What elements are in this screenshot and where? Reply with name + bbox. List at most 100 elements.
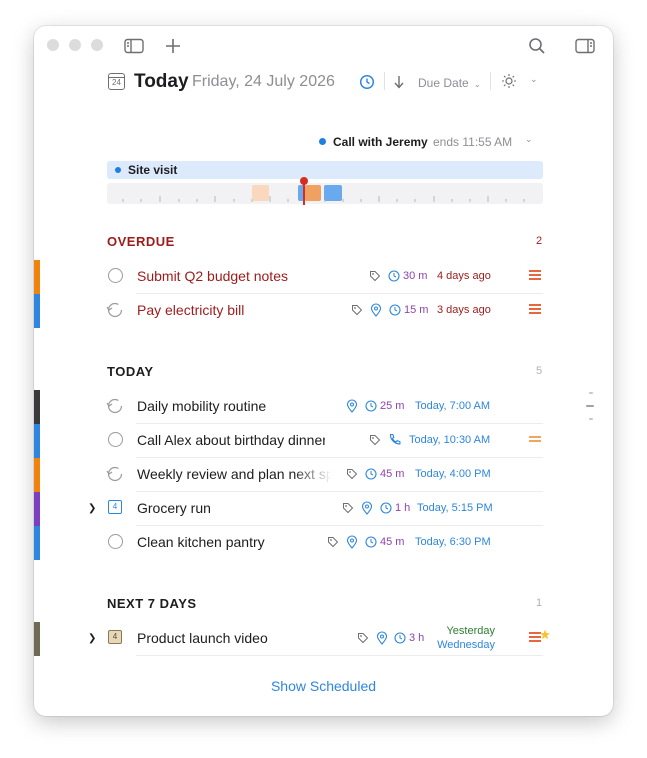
task-duration: 3 h: [409, 632, 425, 644]
task-due: Today, 5:15 PM: [417, 502, 493, 514]
current-event-title[interactable]: Call with Jeremy: [333, 135, 428, 149]
chevron-down-icon[interactable]: ⌄: [525, 134, 533, 145]
timeline-block[interactable]: [305, 185, 321, 201]
current-event-ends: ends 11:55 AM: [433, 135, 513, 149]
add-task-icon[interactable]: [165, 38, 181, 54]
section-title-next7: NEXT 7 DAYS: [107, 596, 197, 611]
chevron-down-icon[interactable]: ⌄: [530, 74, 538, 85]
task-duration: 1 h: [395, 502, 411, 514]
task-checkbox[interactable]: [108, 432, 123, 447]
current-time-dot: [300, 177, 308, 185]
list-color-bar: [34, 390, 40, 424]
repeat-task-checkbox[interactable]: [106, 397, 123, 414]
task-row[interactable]: Submit Q2 budget notes 30 m 4 days ago: [104, 259, 554, 293]
task-start-date: Yesterday: [446, 625, 495, 637]
task-title: Submit Q2 budget notes: [137, 268, 288, 284]
chevron-down-icon: ⌄: [474, 80, 481, 89]
section-title-overdue: OVERDUE: [107, 234, 175, 249]
priority-high-icon: [529, 304, 541, 316]
task-due: Wednesday: [437, 639, 495, 651]
task-duration: 25 m: [380, 400, 405, 412]
scroll-indicator[interactable]: [586, 405, 594, 407]
display-options-sun-icon[interactable]: [501, 73, 517, 89]
phone-call-icon: [389, 433, 401, 445]
duration-clock-icon: [394, 632, 406, 644]
sidebar-toggle-icon[interactable]: [124, 38, 144, 54]
task-due: Today, 4:00 PM: [415, 468, 491, 480]
duration-clock-icon: [365, 400, 377, 412]
section-count-today: 5: [536, 365, 543, 377]
task-checkbox[interactable]: [108, 268, 123, 283]
expand-chevron-icon[interactable]: ❯: [88, 633, 96, 644]
duration-clock-icon: [365, 536, 377, 548]
zoom-window-button[interactable]: [91, 39, 103, 51]
calendar-day-icon: 24: [108, 73, 125, 90]
task-due: Today, 7:00 AM: [415, 400, 491, 412]
repeat-task-checkbox[interactable]: [106, 465, 123, 482]
duration-clock-icon: [380, 502, 392, 514]
page-title: Today: [134, 71, 189, 92]
task-duration: 15 m: [404, 304, 429, 316]
scroll-indicator[interactable]: [589, 392, 593, 394]
task-row[interactable]: 4 Grocery run 1 h Today, 5:15 PM: [104, 491, 554, 525]
task-title: Call Alex about birthday dinner: [137, 432, 325, 448]
task-duration: 45 m: [380, 536, 405, 548]
all-day-event[interactable]: Site visit: [107, 161, 543, 179]
event-dot: [319, 138, 326, 145]
duration-clock-icon: [365, 468, 377, 480]
task-due: 3 days ago: [437, 304, 491, 316]
checklist-project-icon[interactable]: 4: [108, 630, 122, 644]
task-duration: 30 m: [403, 270, 428, 282]
list-color-bar: [34, 260, 40, 294]
tag-icon: [358, 633, 369, 644]
priority-medium-icon: [529, 436, 541, 444]
task-title: Pay electricity bill: [137, 302, 245, 318]
sort-field-select[interactable]: Due Date ⌄: [418, 76, 481, 90]
checklist-project-icon[interactable]: 4: [108, 500, 122, 514]
app-window: 24 Today Friday, 24 July 2026 Due Date ⌄…: [34, 26, 613, 716]
divider: [490, 72, 491, 90]
close-window-button[interactable]: [47, 39, 59, 51]
minimize-window-button[interactable]: [69, 39, 81, 51]
expand-chevron-icon[interactable]: ❯: [88, 503, 96, 514]
sort-field-label: Due Date: [418, 76, 469, 90]
task-row[interactable]: Pay electricity bill 15 m 3 days ago: [104, 293, 554, 327]
page-date: Friday, 24 July 2026: [192, 73, 335, 90]
task-title: Grocery run: [137, 500, 211, 516]
task-row[interactable]: Weekly review and plan next sprint 45 m …: [104, 457, 554, 491]
task-row[interactable]: 4 Product launch video 3 h Yesterday Wed…: [104, 621, 554, 655]
location-pin-icon: [346, 399, 358, 413]
section-count-next7: 1: [536, 597, 543, 609]
list-color-bar: [34, 458, 40, 492]
location-pin-icon: [376, 631, 388, 645]
task-due: 4 days ago: [437, 270, 491, 282]
list-color-bar: [34, 622, 40, 656]
task-checkbox[interactable]: [108, 534, 123, 549]
task-row[interactable]: Clean kitchen pantry 45 m Today, 6:30 PM: [104, 525, 554, 559]
location-pin-icon: [361, 501, 373, 515]
time-view-icon[interactable]: [359, 74, 375, 90]
timeline-block[interactable]: [324, 185, 342, 201]
task-due: Today, 10:30 AM: [409, 434, 491, 446]
repeat-task-checkbox[interactable]: [106, 301, 123, 318]
list-color-bar: [34, 294, 40, 328]
day-timeline-track[interactable]: [107, 177, 543, 205]
inspector-toggle-icon[interactable]: [575, 38, 595, 54]
timeline-block[interactable]: [252, 185, 269, 201]
show-scheduled-button[interactable]: Show Scheduled: [34, 678, 613, 694]
task-title: Weekly review and plan next sprint: [137, 466, 332, 482]
task-due: Today, 6:30 PM: [415, 536, 491, 548]
row-divider: [136, 655, 543, 656]
task-row[interactable]: Daily mobility routine 25 m Today, 7:00 …: [104, 389, 554, 423]
search-icon[interactable]: [528, 37, 546, 55]
location-pin-icon: [346, 535, 358, 549]
list-color-bar: [34, 424, 40, 458]
scroll-indicator[interactable]: [589, 418, 593, 420]
tag-icon: [370, 271, 381, 282]
duration-clock-icon: [389, 304, 401, 316]
section-title-today: TODAY: [107, 364, 154, 379]
task-title: Product launch video: [137, 630, 268, 646]
sort-direction-icon[interactable]: [393, 75, 405, 89]
task-row[interactable]: Call Alex about birthday dinner Today, 1…: [104, 423, 554, 457]
divider: [384, 72, 385, 90]
